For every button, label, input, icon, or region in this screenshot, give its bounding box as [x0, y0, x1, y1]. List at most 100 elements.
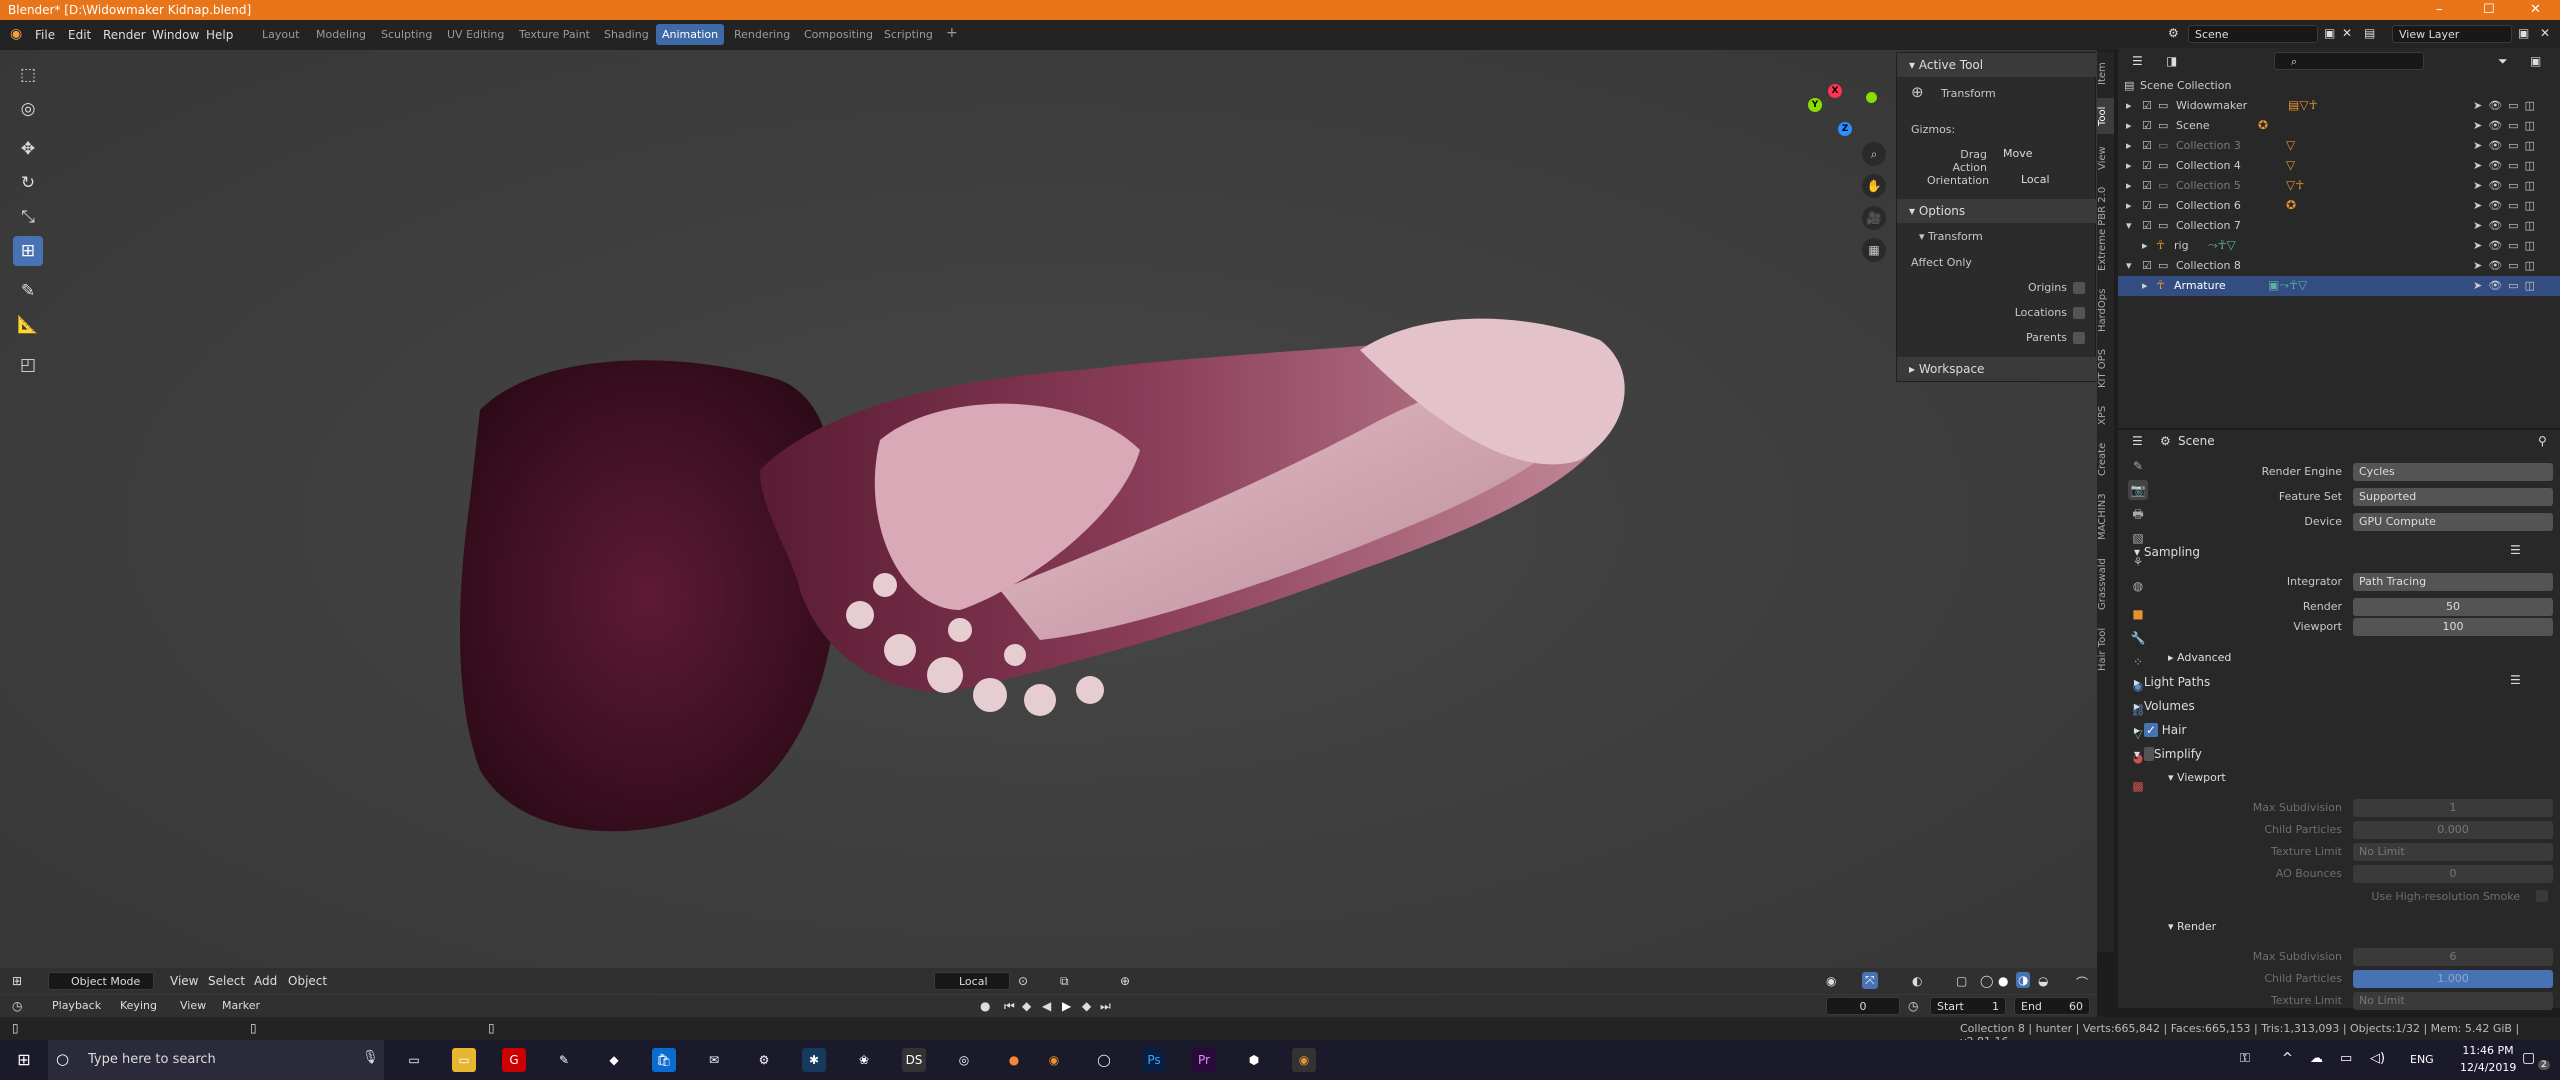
- include-checkbox-icon[interactable]: ☑: [2142, 139, 2152, 152]
- outliner-row-armature[interactable]: ▸ ☥ Armature ▣⤳☥▽ ➤👁▭◫: [2118, 276, 2560, 296]
- transform-subpanel[interactable]: ▾ Transform: [1919, 230, 1983, 243]
- rendered-shading-icon[interactable]: ◒: [2038, 974, 2048, 988]
- collapse-icon[interactable]: ▾: [2126, 219, 2132, 232]
- include-checkbox-icon[interactable]: ☑: [2142, 99, 2152, 112]
- view-menu[interactable]: View: [170, 974, 198, 988]
- tab-grasswald[interactable]: Grasswald: [2097, 552, 2114, 616]
- drag-action-dropdown[interactable]: Move: [1997, 145, 2087, 163]
- expand-icon[interactable]: ▸: [2126, 179, 2132, 192]
- onedrive-icon[interactable]: ☁: [2310, 1051, 2323, 1066]
- xray-icon[interactable]: ▢: [1956, 974, 1967, 988]
- r-texture-limit-dropdown[interactable]: No Limit: [2353, 992, 2553, 1010]
- play-reverse-icon[interactable]: ◀: [1042, 999, 1051, 1013]
- view-layer-icon[interactable]: ▤: [2364, 26, 2375, 40]
- preview-range-icon[interactable]: ◷: [1908, 999, 1918, 1013]
- annotate-icon[interactable]: ✎: [13, 276, 43, 306]
- app-icon[interactable]: G: [502, 1048, 526, 1072]
- tab-shading[interactable]: Shading: [604, 28, 649, 41]
- include-checkbox-icon[interactable]: ☑: [2142, 199, 2152, 212]
- view-layer-selector[interactable]: View Layer: [2392, 25, 2512, 43]
- mode-dropdown[interactable]: Object Mode: [48, 972, 154, 990]
- orientation-dropdown[interactable]: Local: [1997, 171, 2087, 189]
- outliner-row-collection-8[interactable]: ▾ ☑ ▭ Collection 8 ➤👁▭◫: [2118, 256, 2560, 276]
- expand-icon[interactable]: ▸: [2126, 199, 2132, 212]
- clock-time[interactable]: 11:46 PM: [2460, 1044, 2516, 1057]
- display-mode-icon[interactable]: ◨: [2166, 54, 2177, 68]
- origins-checkbox[interactable]: [2073, 282, 2085, 294]
- pivot-icon[interactable]: ⊙: [1018, 974, 1028, 988]
- new-scene-icon[interactable]: ▣: [2324, 26, 2335, 40]
- tab-uv-editing[interactable]: UV Editing: [447, 28, 504, 41]
- tab-animation[interactable]: Animation: [656, 24, 725, 45]
- snap-icon[interactable]: ⧉: [1060, 974, 1069, 989]
- microphone-icon[interactable]: 🎙: [362, 1050, 379, 1065]
- advanced-panel[interactable]: ▸ Advanced: [2168, 651, 2231, 664]
- include-checkbox-icon[interactable]: ☑: [2142, 119, 2152, 132]
- scene-icon[interactable]: ⚙: [2168, 26, 2179, 40]
- menu-help[interactable]: Help: [206, 28, 233, 42]
- tab-sculpting[interactable]: Sculpting: [381, 28, 432, 41]
- end-frame-field[interactable]: End 60: [2014, 997, 2090, 1015]
- gizmo-toggle-icon[interactable]: ⤧: [1862, 972, 1878, 989]
- scene-selector[interactable]: Scene: [2188, 25, 2318, 43]
- show-hidden-icons[interactable]: ^: [2282, 1051, 2293, 1066]
- app-icon[interactable]: ◆: [602, 1048, 626, 1072]
- network-icon[interactable]: ▭: [2340, 1051, 2352, 1066]
- tab-hardops[interactable]: HardOps: [2097, 282, 2114, 338]
- app-icon[interactable]: ◯: [1092, 1048, 1116, 1072]
- expand-icon[interactable]: ▸: [2126, 99, 2132, 112]
- filter-icon[interactable]: ⏷: [2498, 54, 2508, 69]
- app-icon[interactable]: DS: [902, 1048, 926, 1072]
- outliner-row-collection-6[interactable]: ▸ ☑ ▭ Collection 6 ✪ ➤👁▭◫: [2118, 196, 2560, 216]
- jump-end-icon[interactable]: ⏭: [1100, 999, 1111, 1014]
- render-samples-field[interactable]: 50: [2353, 598, 2553, 616]
- language-indicator[interactable]: ENG: [2410, 1053, 2434, 1066]
- integrator-dropdown[interactable]: Path Tracing: [2353, 573, 2553, 591]
- tab-kitops[interactable]: KIT OPS: [2097, 342, 2114, 394]
- store-icon[interactable]: 🛍: [652, 1048, 676, 1072]
- feature-set-dropdown[interactable]: Supported: [2353, 488, 2553, 506]
- tab-scripting[interactable]: Scripting: [884, 28, 933, 41]
- blender-active-icon[interactable]: ◉: [1292, 1048, 1316, 1072]
- tab-item[interactable]: Item: [2097, 54, 2114, 94]
- delete-scene-icon[interactable]: ✕: [2342, 26, 2352, 40]
- restrict-toggles-icon[interactable]: ➤👁▭◫: [2473, 179, 2541, 192]
- tab-xps[interactable]: XPS: [2097, 398, 2114, 432]
- hair-checkbox[interactable]: ✓: [2143, 723, 2158, 737]
- restrict-toggles-icon[interactable]: ➤👁▭◫: [2473, 139, 2541, 152]
- device-dropdown[interactable]: GPU Compute: [2353, 513, 2553, 531]
- wireframe-shading-icon[interactable]: ◯: [1980, 974, 1993, 988]
- options-header[interactable]: ▾ Options: [1897, 199, 2097, 223]
- app-icon[interactable]: ✱: [802, 1048, 826, 1072]
- zoom-icon[interactable]: ⌕: [1862, 142, 1886, 166]
- gizmo-x-axis[interactable]: X: [1828, 84, 1842, 98]
- close-button[interactable]: ✕: [2530, 2, 2541, 17]
- active-tool-header[interactable]: ▾ Active Tool: [1897, 53, 2097, 77]
- include-checkbox-icon[interactable]: ☑: [2142, 159, 2152, 172]
- presets-list-icon[interactable]: ☰: [2510, 543, 2521, 557]
- add-workspace-button[interactable]: +: [946, 25, 958, 41]
- firefox-icon[interactable]: ●: [1002, 1048, 1026, 1072]
- maximize-button[interactable]: ☐: [2483, 2, 2495, 17]
- proportional-edit-icon[interactable]: ⊕: [1120, 974, 1130, 988]
- particles-props-icon[interactable]: ⁘: [2128, 652, 2148, 672]
- tentacle-model[interactable]: [0, 50, 2097, 995]
- record-icon[interactable]: ●: [980, 999, 990, 1013]
- tray-icon[interactable]: ⚿: [2240, 1051, 2250, 1066]
- r-child-particles-field[interactable]: 1.000: [2353, 970, 2553, 988]
- clock-date[interactable]: 12/4/2019: [2460, 1061, 2516, 1074]
- expand-icon[interactable]: ▸: [2142, 279, 2148, 292]
- outliner-search-input[interactable]: ⌕: [2274, 52, 2424, 70]
- sampling-panel[interactable]: ▾ Sampling: [2134, 545, 2200, 559]
- mail-icon[interactable]: ✉: [702, 1048, 726, 1072]
- hair-panel[interactable]: ▸ ✓ Hair: [2134, 723, 2186, 737]
- tab-texture-paint[interactable]: Texture Paint: [519, 28, 590, 41]
- camera-view-icon[interactable]: 🎥: [1862, 206, 1886, 230]
- locations-checkbox[interactable]: [2073, 307, 2085, 319]
- parents-checkbox[interactable]: [2073, 332, 2085, 344]
- 3d-viewport[interactable]: ⬚ ◎ ✥ ↻ ⤡ ⊞ ✎ 📐 ◰ X Y Z ⌕ ✋ 🎥 ▦: [0, 50, 2097, 995]
- tab-view[interactable]: View: [2097, 138, 2114, 178]
- tab-rendering[interactable]: Rendering: [734, 28, 790, 41]
- menu-render[interactable]: Render: [103, 28, 146, 42]
- jump-start-icon[interactable]: ⏮: [1004, 999, 1015, 1014]
